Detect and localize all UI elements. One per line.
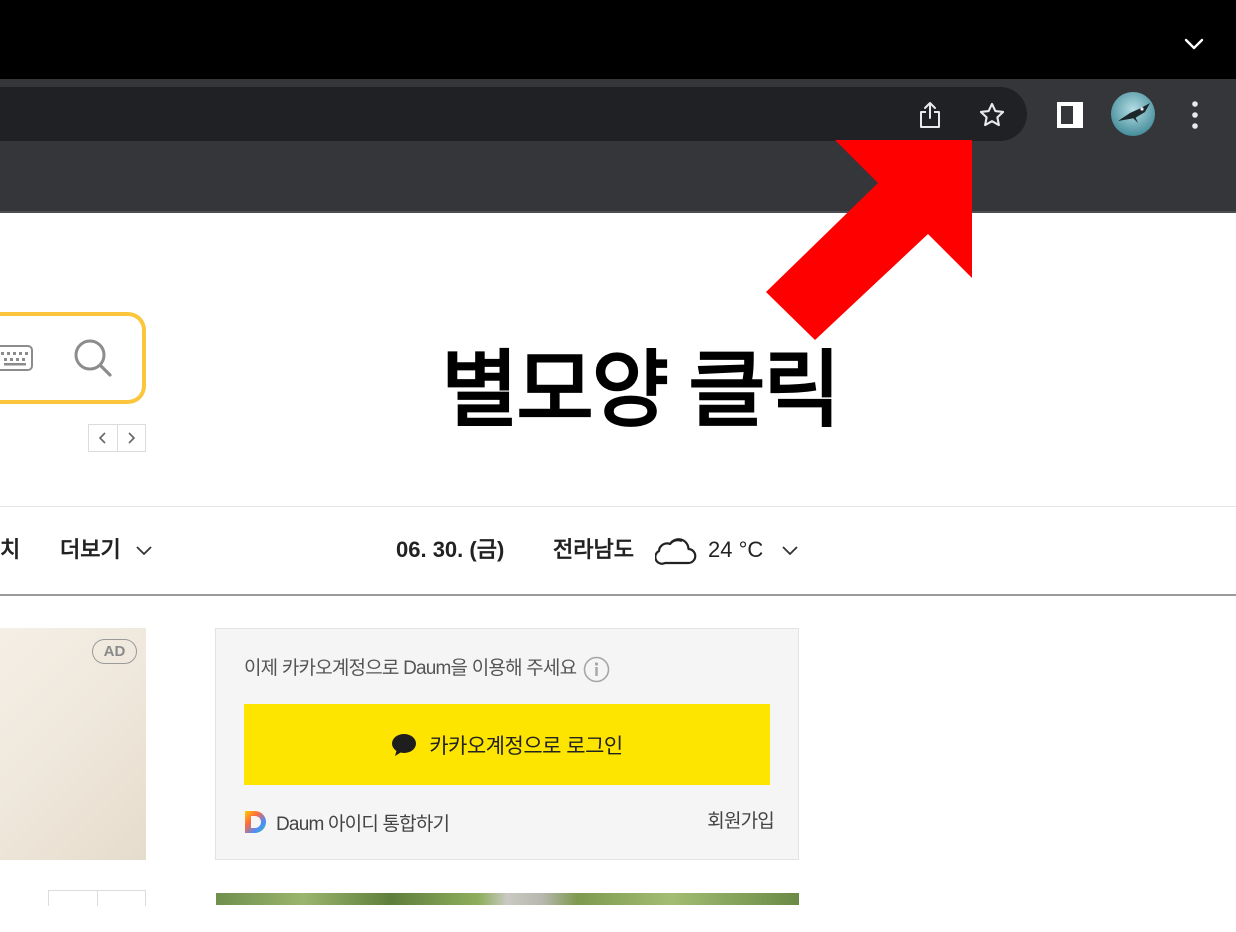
weather-widget[interactable]: 06. 30. (금) 전라남도 24 °C bbox=[396, 533, 806, 569]
login-panel: 이제 카카오계정으로 Daum을 이용해 주세요 카카오계정으로 로그인 Dau… bbox=[215, 628, 799, 860]
nav-item-partial[interactable]: 치 bbox=[0, 535, 20, 565]
search-icon[interactable] bbox=[72, 337, 114, 379]
chevron-down-icon[interactable] bbox=[1184, 38, 1204, 51]
kakao-login-button[interactable]: 카카오계정으로 로그인 bbox=[244, 704, 770, 785]
star-icon[interactable] bbox=[978, 101, 1006, 129]
weather-temperature: 24 °C bbox=[708, 537, 764, 562]
cloud-icon bbox=[655, 533, 697, 567]
divider bbox=[0, 506, 1236, 507]
keyboard-icon[interactable] bbox=[0, 344, 34, 372]
daum-logo-icon bbox=[244, 810, 268, 834]
login-prompt: 이제 카카오계정으로 Daum을 이용해 주세요 bbox=[244, 658, 577, 679]
daum-id-link[interactable]: Daum 아이디 통합하기 bbox=[244, 808, 450, 836]
login-prompt-row: 이제 카카오계정으로 Daum을 이용해 주세요 bbox=[244, 654, 610, 684]
side-panel-icon[interactable] bbox=[1057, 102, 1083, 128]
weather-location[interactable]: 전라남도 bbox=[553, 535, 634, 565]
ad-badge: AD bbox=[92, 639, 137, 664]
address-bar[interactable] bbox=[0, 87, 1027, 141]
kebab-menu-icon[interactable] bbox=[1190, 100, 1200, 130]
news-thumbnail[interactable] bbox=[216, 893, 799, 905]
chat-bubble-icon bbox=[391, 733, 417, 757]
share-icon[interactable] bbox=[918, 100, 942, 129]
bottom-pager bbox=[48, 890, 146, 906]
chevron-down-icon[interactable] bbox=[781, 545, 799, 556]
annotation-label: 별모양 클릭 bbox=[441, 343, 841, 437]
chevron-right-icon[interactable] bbox=[116, 425, 146, 451]
daum-id-label: Daum 아이디 통합하기 bbox=[276, 813, 450, 835]
nav-more-button[interactable]: 더보기 bbox=[60, 535, 121, 565]
avatar[interactable] bbox=[1111, 92, 1155, 136]
weather-date: 06. 30. (금) bbox=[396, 537, 505, 562]
chevron-down-icon[interactable] bbox=[135, 545, 153, 556]
carousel-nav bbox=[88, 424, 146, 452]
kakao-login-label: 카카오계정으로 로그인 bbox=[429, 734, 623, 758]
chevron-left-icon[interactable] bbox=[89, 425, 117, 451]
pager-next-button[interactable] bbox=[96, 891, 146, 906]
ad-banner[interactable]: AD bbox=[0, 628, 146, 860]
divider bbox=[0, 594, 1236, 596]
info-icon[interactable] bbox=[583, 656, 610, 683]
pager-prev-button[interactable] bbox=[49, 891, 97, 906]
window-titlebar bbox=[0, 0, 1236, 79]
signup-link[interactable]: 회원가입 bbox=[707, 808, 775, 836]
